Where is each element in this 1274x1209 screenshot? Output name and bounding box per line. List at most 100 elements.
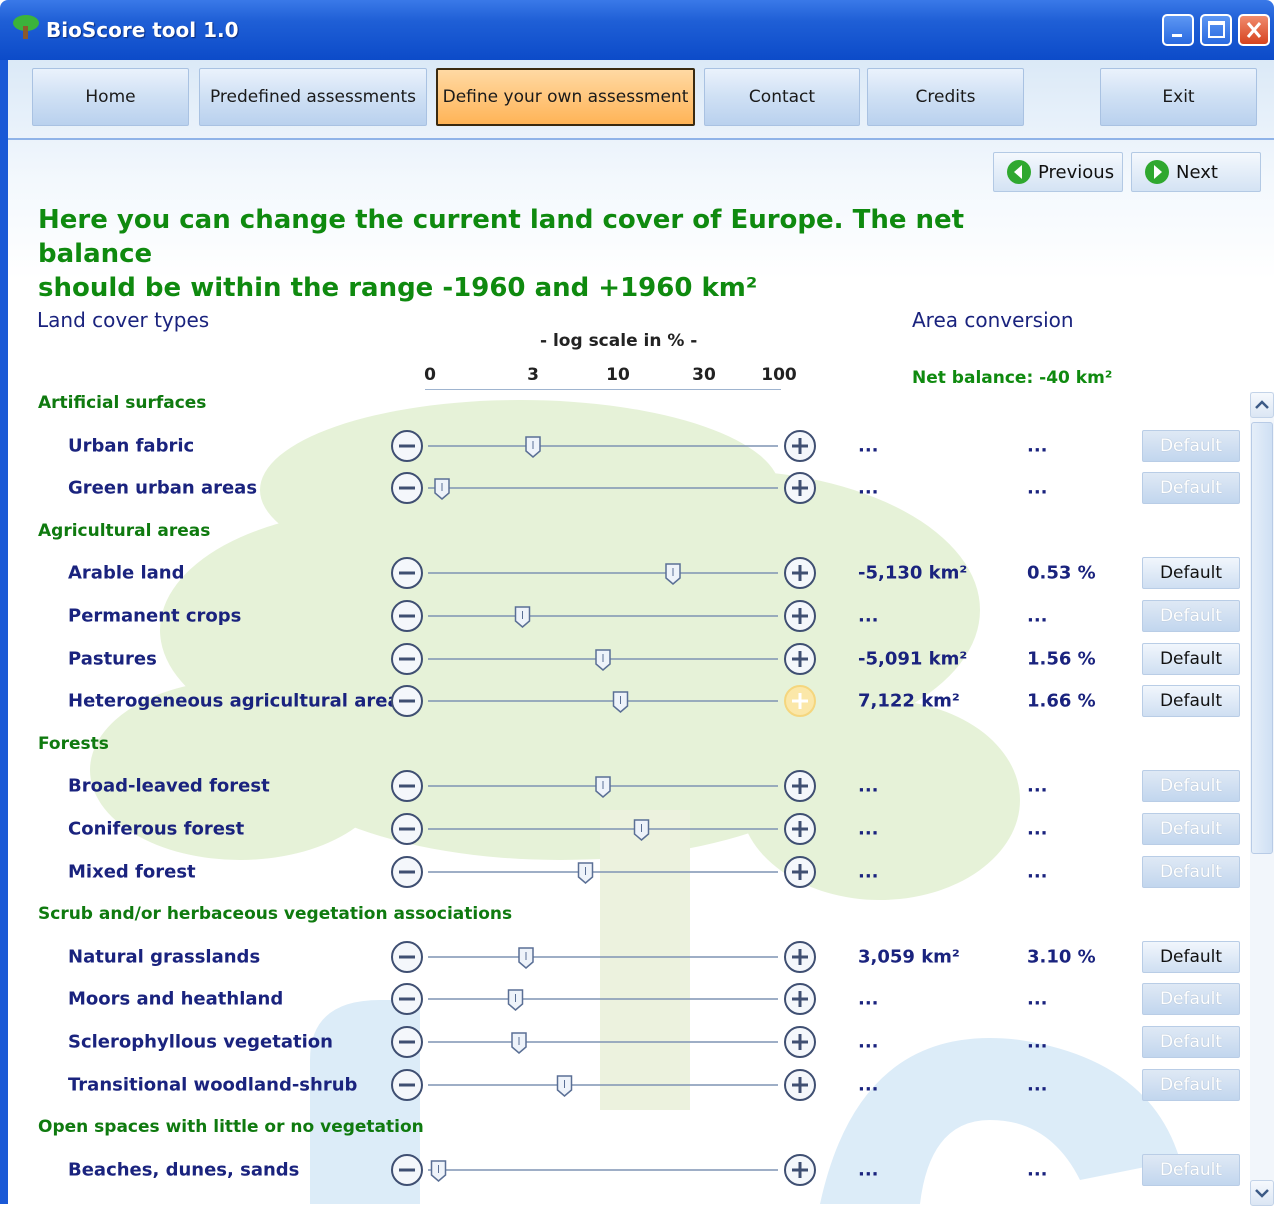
minus-icon[interactable] [391,983,423,1016]
area-value: ... [858,435,879,457]
scrollbar-thumb[interactable] [1251,422,1273,854]
minus-icon[interactable] [391,813,423,845]
plus-icon[interactable] [784,557,816,590]
default-button[interactable]: Default [1142,1068,1240,1101]
default-button[interactable]: Default [1142,940,1240,973]
plus-icon[interactable] [784,770,816,803]
default-button[interactable]: Default [1142,1026,1240,1058]
percent-value: ... [1027,1031,1048,1053]
land-cover-slider[interactable] [390,811,820,847]
land-cover-label: Mixed forest [68,861,196,883]
slider-thumb[interactable] [612,691,629,714]
default-button[interactable]: Default [1142,472,1240,505]
minus-icon[interactable] [391,855,423,888]
land-cover-label: Heterogeneous agricultural areas [68,690,411,712]
percent-value: ... [1027,435,1048,457]
slider-thumb[interactable] [595,776,611,799]
land-cover-label: Sclerophyllous vegetation [68,1031,333,1053]
land-cover-slider[interactable] [390,683,820,719]
plus-icon[interactable] [784,940,816,973]
nav-predefined-assessments[interactable]: Predefined assessments [199,68,427,126]
close-button[interactable] [1238,14,1270,46]
slider-thumb[interactable] [525,435,541,458]
land-cover-slider[interactable] [390,555,820,591]
land-cover-slider[interactable] [390,1067,820,1103]
land-cover-slider[interactable] [390,428,820,464]
minus-icon[interactable] [391,429,423,462]
plus-icon[interactable] [784,472,816,505]
plus-icon[interactable] [784,813,816,845]
land-cover-slider[interactable] [390,641,820,677]
plus-icon[interactable] [784,983,816,1016]
minus-icon[interactable] [391,472,423,505]
land-cover-slider[interactable] [390,1152,820,1188]
slider-thumb[interactable] [665,563,681,586]
slider-thumb[interactable] [507,989,524,1012]
land-cover-slider[interactable] [390,854,820,890]
slider-thumb[interactable] [556,1074,573,1097]
plus-icon[interactable] [784,1068,816,1101]
plus-icon[interactable] [784,685,816,718]
default-button[interactable]: Default [1142,600,1240,632]
area-value: ... [858,605,879,627]
land-cover-slider[interactable] [390,470,820,506]
default-button[interactable]: Default [1142,813,1240,845]
default-button[interactable]: Default [1142,557,1240,590]
slider-thumb[interactable] [430,1160,447,1182]
nav-define-own-assessment[interactable]: Define your own assessment [436,68,695,126]
minus-icon[interactable] [391,1153,423,1186]
slider-thumb[interactable] [518,947,534,969]
minus-icon[interactable] [391,685,423,718]
default-button[interactable]: Default [1142,1153,1240,1186]
default-button[interactable]: Default [1142,685,1240,718]
nav-credits[interactable]: Credits [867,68,1024,126]
slider-thumb[interactable] [434,478,450,501]
category-header: Scrub and/or herbaceous vegetation assoc… [38,904,513,925]
slider-thumb[interactable] [595,648,611,671]
nav-home[interactable]: Home [32,68,189,126]
percent-value: ... [1027,775,1048,797]
scroll-up-button[interactable] [1250,392,1274,418]
default-button[interactable]: Default [1142,642,1240,675]
minus-icon[interactable] [391,557,423,590]
land-cover-slider[interactable] [390,598,820,634]
plus-icon[interactable] [784,1026,816,1058]
scroll-down-button[interactable] [1250,1180,1274,1206]
scale-tick: 0 [424,365,436,385]
percent-value: ... [1027,1159,1048,1181]
nav-contact[interactable]: Contact [704,68,860,126]
title-bar[interactable]: BioScore tool 1.0 [0,0,1274,60]
land-cover-slider[interactable] [390,1024,820,1060]
default-button[interactable]: Default [1142,855,1240,888]
minus-icon[interactable] [391,1026,423,1058]
land-cover-label: Transitional woodland-shrub [68,1074,358,1096]
area-value: ... [858,1031,879,1053]
minus-icon[interactable] [391,940,423,973]
maximize-button[interactable] [1200,14,1232,46]
slider-thumb[interactable] [511,1032,527,1054]
minimize-button[interactable] [1162,14,1194,46]
plus-icon[interactable] [784,855,816,888]
slider-thumb[interactable] [577,861,594,884]
minus-icon[interactable] [391,1068,423,1101]
minus-icon[interactable] [391,770,423,803]
plus-icon[interactable] [784,429,816,462]
nav-exit[interactable]: Exit [1100,68,1257,126]
next-button[interactable]: Next [1131,152,1261,192]
slider-thumb[interactable] [633,819,650,841]
percent-value: ... [1027,605,1048,627]
default-button[interactable]: Default [1142,770,1240,803]
default-button[interactable]: Default [1142,983,1240,1016]
plus-icon[interactable] [784,642,816,675]
minus-icon[interactable] [391,600,423,632]
previous-button[interactable]: Previous [993,152,1123,192]
slider-thumb[interactable] [514,606,531,628]
minus-icon[interactable] [391,642,423,675]
default-button[interactable]: Default [1142,429,1240,462]
plus-icon[interactable] [784,1153,816,1186]
scale-title: - log scale in % - [540,331,698,351]
plus-icon[interactable] [784,600,816,632]
land-cover-slider[interactable] [390,981,820,1017]
land-cover-slider[interactable] [390,768,820,804]
land-cover-slider[interactable] [390,939,820,975]
